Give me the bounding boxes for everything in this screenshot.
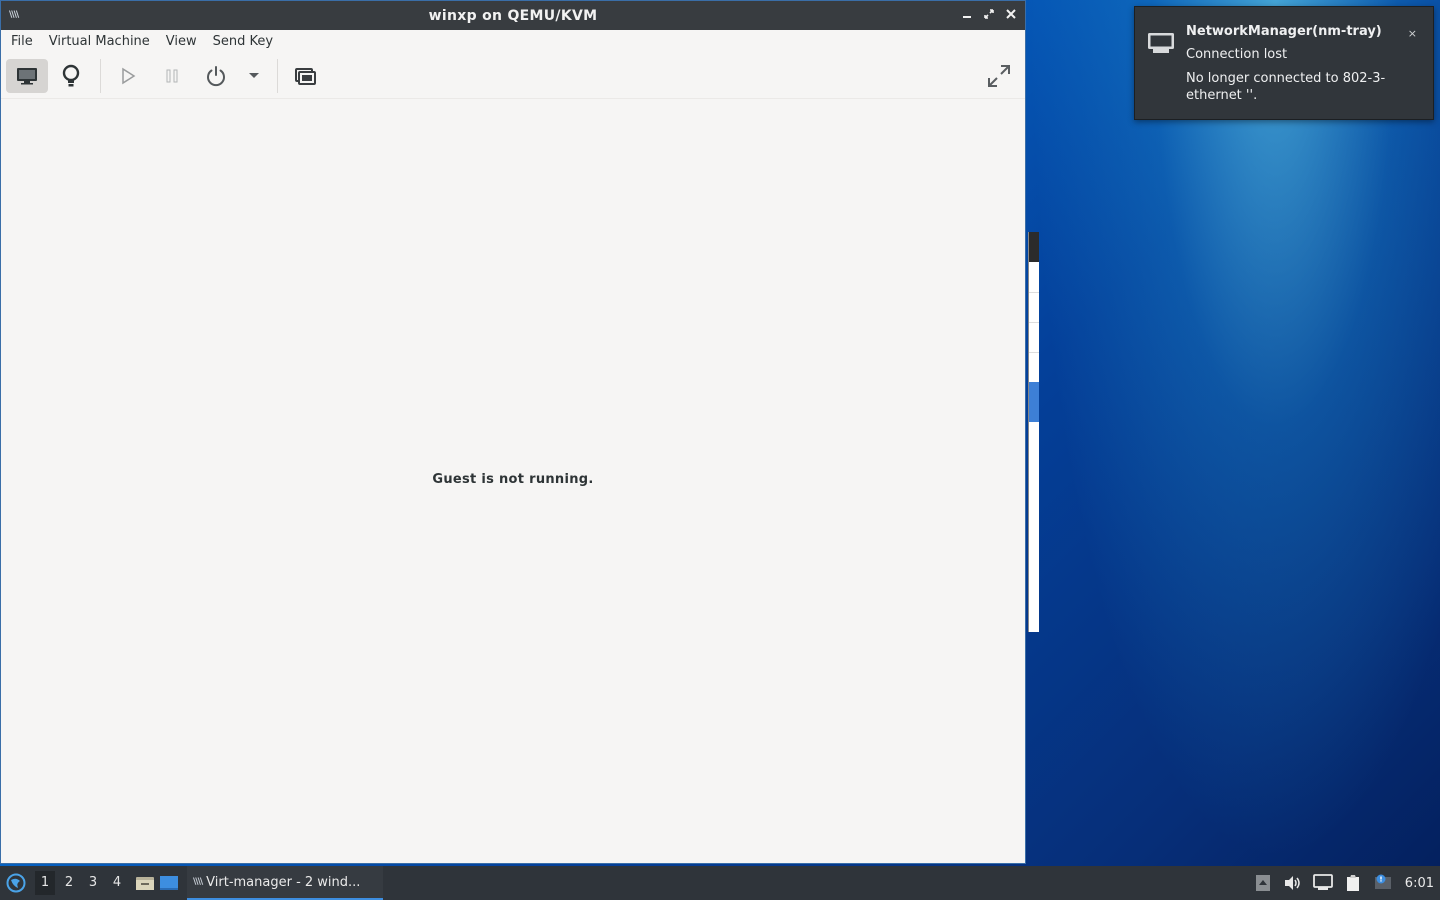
show-details-button[interactable] (50, 59, 92, 93)
clipboard-icon (1346, 875, 1359, 891)
notification-close-button[interactable]: × (1408, 27, 1417, 40)
tray-expand-button[interactable] (1253, 873, 1273, 893)
show-desktop-launcher[interactable] (159, 873, 179, 893)
fullscreen-button[interactable] (983, 60, 1015, 92)
toolbar-separator (277, 59, 278, 93)
menu-send-key[interactable]: Send Key (205, 30, 281, 54)
fullscreen-icon (988, 65, 1010, 87)
notification-summary: Connection lost (1186, 47, 1288, 62)
taskbar-task-virt-manager[interactable]: \\\\ Virt-manager - 2 wind... (187, 866, 383, 900)
network-icon (1312, 874, 1333, 890)
speaker-icon (1284, 876, 1300, 890)
workspace-4[interactable]: 4 (107, 871, 127, 895)
virt-manager-icon[interactable]: \\\\ (9, 10, 27, 20)
file-manager-launcher[interactable] (135, 873, 155, 893)
desktop-background (1028, 0, 1440, 866)
clock[interactable]: 6:01 (1405, 876, 1434, 891)
console-area[interactable]: Guest is not running. (1, 99, 1025, 863)
workspace-1[interactable]: 1 (35, 871, 55, 895)
monitor-icon (17, 68, 37, 85)
task-label: Virt-manager - 2 wind... (206, 874, 361, 890)
virt-manager-icon: \\\\ (193, 877, 203, 887)
minimize-button[interactable] (959, 7, 975, 23)
lxqt-logo-icon (6, 873, 26, 893)
show-console-button[interactable] (6, 59, 48, 93)
toolbar-separator (100, 59, 101, 93)
close-button[interactable] (1003, 7, 1019, 23)
system-tray: 6:01 (1253, 866, 1440, 900)
toolbar (1, 54, 1025, 99)
menubar: File Virtual Machine View Send Key (1, 30, 1025, 54)
window-title: winxp on QEMU/KVM (428, 7, 598, 24)
menu-virtual-machine[interactable]: Virtual Machine (41, 30, 158, 54)
notification-popup[interactable]: NetworkManager(nm-tray) Connection lost … (1134, 6, 1434, 120)
run-button[interactable] (107, 59, 149, 93)
folder-icon (136, 877, 154, 890)
clipboard-tray-button[interactable] (1343, 873, 1363, 893)
background-window-edge[interactable] (1028, 232, 1039, 632)
menu-file[interactable]: File (3, 30, 41, 54)
play-icon (122, 67, 136, 85)
notification-app-name: NetworkManager(nm-tray) (1186, 24, 1382, 39)
pause-button[interactable] (151, 59, 193, 93)
workspace-3[interactable]: 3 (83, 871, 103, 895)
network-tray-button[interactable] (1312, 873, 1333, 893)
screens-icon (295, 68, 316, 85)
info-icon (1374, 874, 1391, 889)
pause-icon (166, 69, 178, 83)
chevron-down-icon (249, 73, 259, 78)
start-menu-button[interactable] (5, 872, 27, 894)
guest-status-message: Guest is not running. (432, 471, 594, 487)
shutdown-menu-button[interactable] (239, 59, 269, 93)
shutdown-button[interactable] (195, 59, 237, 93)
update-notifier-button[interactable] (1373, 873, 1393, 893)
snapshots-button[interactable] (284, 59, 326, 93)
notification-body: No longer connected to 802-3-ethernet ''… (1186, 71, 1386, 103)
network-icon (1148, 33, 1174, 53)
power-icon (207, 66, 225, 87)
volume-button[interactable] (1283, 873, 1303, 893)
menu-view[interactable]: View (158, 30, 205, 54)
window-titlebar[interactable]: \\\\ winxp on QEMU/KVM (1, 1, 1025, 30)
vm-console-window: \\\\ winxp on QEMU/KVM File Virtual Mach… (0, 0, 1026, 864)
lightbulb-icon (62, 64, 80, 87)
desktop-icon (160, 876, 178, 890)
workspace-2[interactable]: 2 (59, 871, 79, 895)
maximize-button[interactable] (981, 7, 997, 23)
chevron-up-icon (1255, 875, 1270, 891)
taskbar: 1 2 3 4 \\\\ Virt-manager - 2 wind... 6:… (0, 866, 1440, 900)
